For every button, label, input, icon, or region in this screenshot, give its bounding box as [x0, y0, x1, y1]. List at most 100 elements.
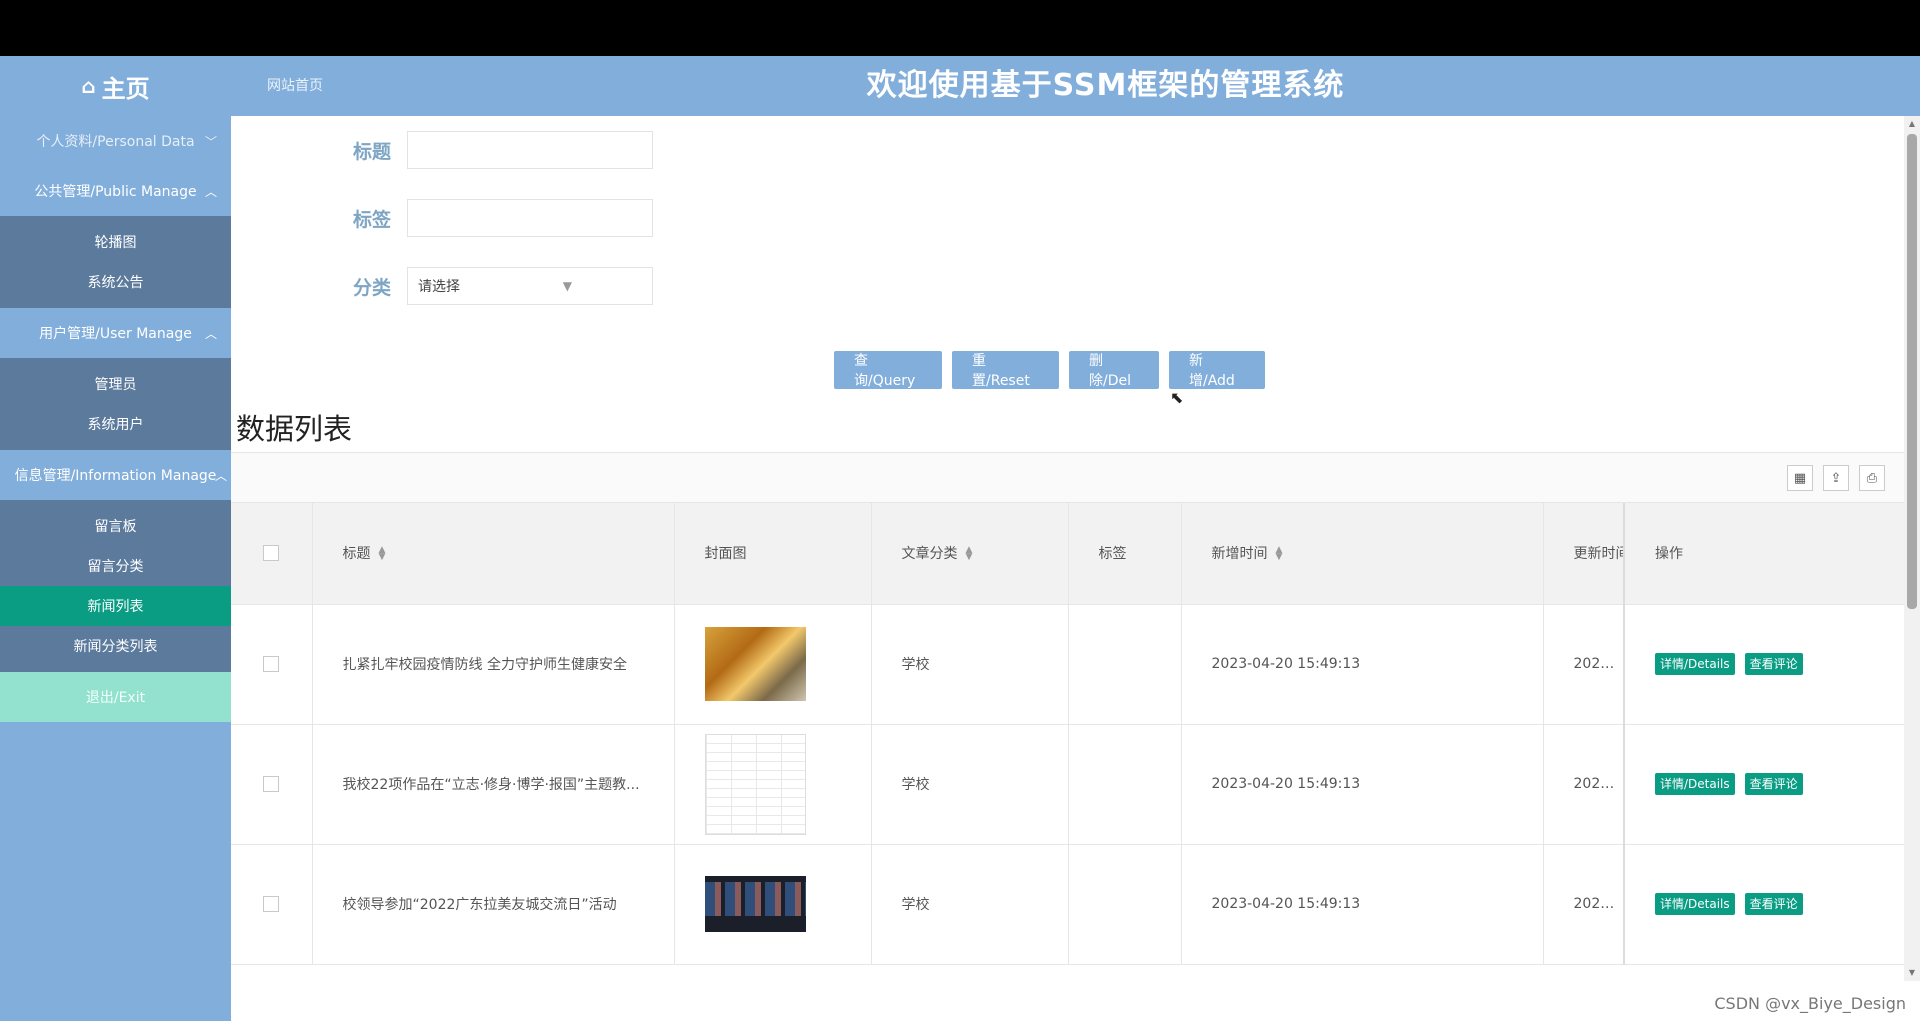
category-select-value: 请选择	[418, 279, 460, 295]
cell-created: 2023-04-20 15:49:13	[1181, 604, 1544, 725]
sidebar: 个人资料/Personal Data ﹀ 公共管理/Public Manage …	[0, 116, 231, 1021]
sidebar-item-news-list[interactable]: 新闻列表	[0, 586, 231, 626]
search-actions: 查询/Query 重置/Reset 删除/Del 新增/Add	[834, 351, 1265, 389]
column-header-title[interactable]: 标题 ▲ ▼	[312, 503, 675, 605]
cell-created: 2023-04-20 15:49:13	[1181, 724, 1544, 845]
sort-icon[interactable]: ▲ ▼	[1276, 546, 1283, 562]
row-checkbox[interactable]	[263, 776, 280, 792]
sidebar-item-system-users[interactable]: 系统用户	[0, 404, 231, 444]
table-toolbar: ▦ ⇪ ⎙	[231, 453, 1904, 503]
cover-image[interactable]	[704, 876, 806, 932]
sidebar-item-message-categories[interactable]: 留言分类	[0, 546, 231, 586]
cell-actions: 详情/Details 查看评论	[1623, 724, 1904, 845]
column-header-label: 文章分类	[901, 546, 958, 563]
cell-cover	[674, 844, 872, 965]
column-header-label: 标签	[1098, 546, 1127, 563]
sort-icon[interactable]: ▲ ▼	[379, 546, 386, 562]
column-header-tag: 标签	[1068, 503, 1182, 605]
sidebar-item-carousel[interactable]: 轮播图	[0, 222, 231, 262]
export-icon[interactable]: ⇪	[1823, 465, 1849, 491]
page-scrollbar[interactable]: ▲ ▼	[1904, 116, 1920, 981]
home-link[interactable]: ⌂ 主页	[0, 56, 231, 116]
category-field-label: 分类	[352, 276, 391, 299]
mouse-pointer-icon: ⬉	[1170, 388, 1184, 407]
query-button[interactable]: 查询/Query	[834, 351, 942, 389]
cover-image[interactable]	[704, 733, 806, 835]
sidebar-item-message-board[interactable]: 留言板	[0, 506, 231, 546]
submenu-user-manage: 管理员 系统用户	[0, 358, 231, 450]
category-select[interactable]: 请选择 ▼	[407, 267, 653, 305]
add-button[interactable]: 新增/Add	[1169, 351, 1265, 389]
sort-icon[interactable]: ▲ ▼	[966, 546, 973, 562]
chevron-up-icon: ︿	[214, 468, 227, 483]
table-row: 扎紧扎牢校园疫情防线 全力守护师生健康安全 学校 2023-04-20 15:4…	[231, 604, 1904, 725]
table-row: 我校22项作品在“立志·修身·博学·报国”主题教... 学校 2023-04-2…	[231, 724, 1904, 845]
cell-updated: 2023-04	[1543, 604, 1625, 725]
cell-updated: 2023-04	[1543, 724, 1625, 845]
cell-title: 我校22项作品在“立志·修身·博学·报国”主题教...	[312, 724, 675, 845]
print-icon[interactable]: ⎙	[1859, 465, 1885, 491]
column-header-label: 标题	[342, 546, 371, 563]
scrollbar-thumb[interactable]	[1907, 134, 1917, 609]
exit-button[interactable]: 退出/Exit	[0, 672, 231, 722]
chevron-up-icon: ︿	[204, 326, 217, 341]
select-all-cell	[231, 503, 313, 605]
cell-created: 2023-04-20 15:49:13	[1181, 844, 1544, 965]
view-comments-button[interactable]: 查看评论	[1744, 893, 1803, 915]
cell-actions: 详情/Details 查看评论	[1623, 604, 1904, 725]
cell-cover	[674, 604, 872, 725]
column-header-actions: 操作	[1623, 503, 1904, 605]
sidebar-group-public-manage[interactable]: 公共管理/Public Manage ︿	[0, 166, 231, 216]
sidebar-group-user-manage[interactable]: 用户管理/User Manage ︿	[0, 308, 231, 358]
cell-actions: 详情/Details 查看评论	[1623, 844, 1904, 965]
chevron-up-icon: ︿	[204, 184, 217, 199]
home-icon: ⌂	[81, 74, 96, 98]
title-input[interactable]	[407, 131, 653, 169]
sidebar-item-news-categories[interactable]: 新闻分类列表	[0, 626, 231, 666]
chevron-down-icon: ﹀	[204, 134, 217, 149]
scroll-down-icon[interactable]: ▼	[1904, 965, 1920, 981]
columns-filter-icon[interactable]: ▦	[1787, 465, 1813, 491]
scroll-up-icon[interactable]: ▲	[1904, 116, 1920, 132]
sidebar-group-label: 用户管理/User Manage	[39, 326, 192, 342]
cell-category: 学校	[871, 844, 1069, 965]
news-table: 标题 ▲ ▼ 封面图 文章分类 ▲ ▼ 标签 新增时间 ▲ ▼ 更新时间 操作 扎紧扎牢校园…	[231, 503, 1904, 965]
select-all-checkbox[interactable]	[263, 545, 280, 562]
cell-category: 学校	[871, 724, 1069, 845]
sidebar-item-announcements[interactable]: 系统公告	[0, 262, 231, 302]
tag-input[interactable]	[407, 199, 653, 237]
cell-updated: 2023-04	[1543, 844, 1625, 965]
submenu-public-manage: 轮播图 系统公告	[0, 216, 231, 308]
column-header-created[interactable]: 新增时间 ▲ ▼	[1181, 503, 1544, 605]
data-list-title: 数据列表	[236, 412, 353, 446]
column-header-label: 操作	[1655, 546, 1683, 563]
caret-down-icon: ▼	[562, 279, 572, 293]
sidebar-group-information-manage[interactable]: 信息管理/Information Manage ︿	[0, 450, 231, 500]
reset-button[interactable]: 重置/Reset	[952, 351, 1059, 389]
row-select-cell	[231, 604, 313, 725]
main-content: 标题 标签 分类 请选择 ▼ 查询/Query 重置/Reset 删除/Del …	[231, 116, 1904, 981]
title-field-label: 标题	[352, 140, 391, 163]
search-title-row: 标题	[231, 130, 653, 170]
cell-category: 学校	[871, 604, 1069, 725]
sidebar-item-admins[interactable]: 管理员	[0, 364, 231, 404]
row-checkbox[interactable]	[263, 896, 280, 912]
cell-tag	[1068, 844, 1182, 965]
tag-field-label: 标签	[352, 208, 391, 231]
column-header-category[interactable]: 文章分类 ▲ ▼	[871, 503, 1069, 605]
row-checkbox[interactable]	[263, 656, 280, 672]
details-button[interactable]: 详情/Details	[1655, 893, 1735, 915]
table-row: 校领导参加“2022广东拉美友城交流日”活动 学校 2023-04-20 15:…	[231, 844, 1904, 965]
cover-image[interactable]	[704, 627, 806, 701]
data-table: ▦ ⇪ ⎙ 标题 ▲ ▼ 封面图 文章分类 ▲ ▼ 标签 新增时间 ▲ ▼ 更新时间 操作	[231, 452, 1904, 981]
column-header-updated[interactable]: 更新时间	[1543, 503, 1625, 605]
top-black-bar	[0, 0, 1920, 56]
details-button[interactable]: 详情/Details	[1655, 773, 1735, 795]
sidebar-group-label: 公共管理/Public Manage	[34, 184, 197, 200]
view-comments-button[interactable]: 查看评论	[1744, 653, 1803, 675]
details-button[interactable]: 详情/Details	[1655, 653, 1735, 675]
cell-cover	[674, 724, 872, 845]
view-comments-button[interactable]: 查看评论	[1744, 773, 1803, 795]
sidebar-group-personal-data[interactable]: 个人资料/Personal Data ﹀	[0, 116, 231, 166]
delete-button[interactable]: 删除/Del	[1069, 351, 1159, 389]
